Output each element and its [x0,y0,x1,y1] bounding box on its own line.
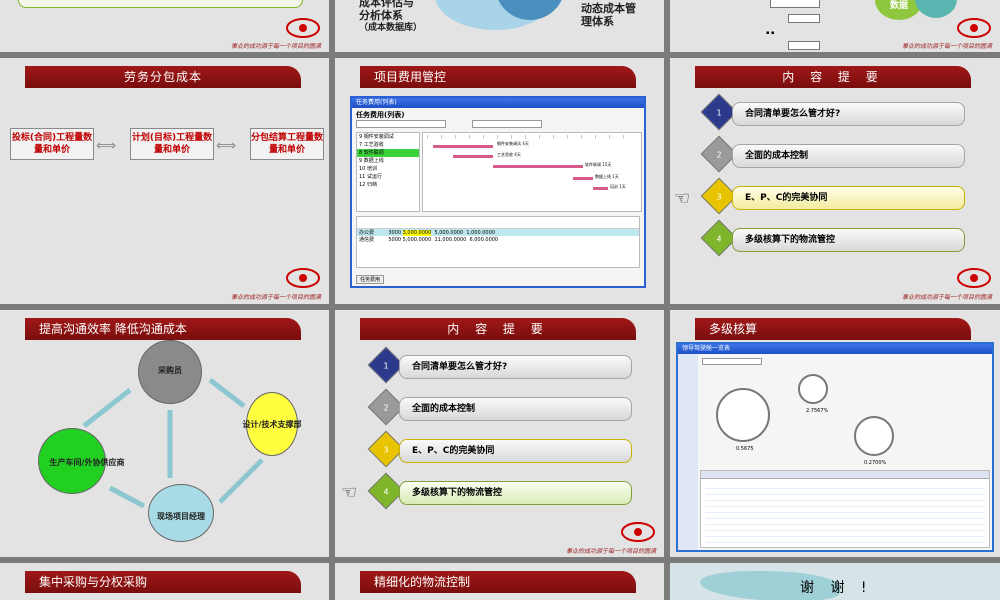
window-title: 任务费用(列表) [352,98,644,108]
slide-project-cost[interactable]: 项目费用管控 任务费用(列表) 任务费用(列表) 9 钢件安装调试 7 工艺验收… [335,58,664,304]
gantt-chart[interactable]: 钢件安装调试 4天 工艺验收 4天 软件联调 15天 数据上线 1天 培训 1天 [422,132,642,212]
slide-labor-subcontract[interactable]: 劳务分包成本 投标(合同)工程量数量和单价 计划(目标)工程量数量和单价 分包结… [0,58,329,304]
double-arrow-icon: ⟺ [216,138,237,154]
menu-item-epc[interactable]: E、P、C的完美协同 [732,186,965,210]
communication-arrows [82,378,264,509]
menu-item-logistics[interactable]: 多级核算下的物流管控 [399,481,632,505]
gauge-1 [716,388,770,442]
menu-item-cut [18,0,303,8]
dept-select[interactable] [472,120,542,128]
tab-task-cost[interactable]: 任务费用 [356,275,385,284]
bid-quantity-box: 投标(合同)工程量数量和单价 [10,128,94,160]
flow-label: ▪ ▪ [766,30,775,36]
slide-title: 内 容 提 要 [695,66,971,88]
slide-r0-left: 事业的成功源于每一个项目的圆满 [0,0,329,52]
menu-item-contract[interactable]: 合同清单要怎么管才好? [399,355,632,379]
slide-r0-mid: 事中 成本评估与分析体系（成本数据库） 动态成本管理体系 [335,0,664,52]
project-select[interactable] [356,120,446,128]
unit-select[interactable] [702,358,762,365]
company-logo-icon [957,18,991,38]
flow-box [770,0,820,8]
double-arrow-icon: ⟺ [96,138,117,154]
gauge-3 [854,416,894,456]
cost-eval-text: 成本评估与 分析体系 （成本数据库） [359,0,423,33]
gauge-2-value: 2.7567% [806,408,829,414]
gauge-2 [798,374,828,404]
slide-title: 集中采购与分权采购 [25,571,301,593]
indicator-table[interactable] [700,470,990,548]
footer-slogan: 事业的成功源于每一个项目的圆满 [565,548,656,555]
company-logo-icon [286,18,320,38]
menu-item-cost[interactable]: 全面的成本控制 [399,397,632,421]
slide-thanks[interactable]: 谢 谢 ! [670,563,1000,600]
slide-title: 内 容 提 要 [360,318,636,340]
footer-slogan: 事业的成功源于每一个项目的圆满 [230,43,321,50]
footer-slogan: 事业的成功源于每一个项目的圆满 [901,43,992,50]
slide-title: 劳务分包成本 [25,66,301,88]
footer-slogan: 事业的成功源于每一个项目的圆满 [901,294,992,301]
dynamic-cost-text: 动态成本管 理体系 [581,2,636,28]
task-list[interactable]: 9 钢件安装调试 7 工艺验收 8 软件联调 9 数据上线 10 培训 11 试… [356,132,420,212]
gauge-1-value: 0.5675 [736,446,754,452]
menu-item-logistics[interactable]: 多级核算下的物流管控 [732,228,965,252]
side-tree[interactable] [678,354,698,550]
menu-item-contract[interactable]: 合同清单要怎么管才好? [732,102,965,126]
slide-procurement[interactable]: 集中采购与分权采购 [0,563,329,600]
cost-window[interactable]: 任务费用(列表) 任务费用(列表) 9 钢件安装调试 7 工艺验收 8 软件联调… [350,96,646,288]
company-logo-icon [621,522,655,542]
plan-quantity-box: 计划(目标)工程量数量和单价 [130,128,214,160]
slide-logistics[interactable]: 精细化的物流控制 [335,563,664,600]
hand-pointer-icon: ☜ [341,482,358,503]
slide-contents-2[interactable]: 内 容 提 要 1 合同清单要怎么管才好? 2 全面的成本控制 3 E、P、C的… [335,310,664,557]
footer-slogan: 事业的成功源于每一个项目的圆满 [230,294,321,301]
window-title: 领导驾驶舱一览表 [678,344,992,354]
gauge-3-value: 0.2700% [864,460,887,466]
slide-multi-level[interactable]: 多级核算 领导驾驶舱一览表 0.5675 2.7567% 0.2700% [670,310,1000,557]
data-blob-2 [915,0,957,18]
slide-title: 项目费用管控 [360,66,636,88]
flow-box [788,14,820,23]
slide-title: 精细化的物流控制 [360,571,636,593]
slide-r0-right: ▪ ▪ 数据 事业的成功源于每一个项目的圆满 [670,0,1000,52]
slide-title: 多级核算 [695,318,971,340]
flow-box [788,41,820,50]
company-logo-icon [286,268,320,288]
settlement-quantity-box: 分包结算工程量数量和单价 [250,128,324,160]
slide-contents-1[interactable]: 内 容 提 要 1 合同清单要怎么管才好? 2 全面的成本控制 3 E、P、C的… [670,58,1000,304]
company-logo-icon [957,268,991,288]
hand-pointer-icon: ☜ [674,188,691,209]
menu-item-epc[interactable]: E、P、C的完美协同 [399,439,632,463]
thanks-text: 谢 谢 ! [800,580,873,596]
dashboard-window[interactable]: 领导驾驶舱一览表 0.5675 2.7567% 0.2700% [676,342,994,552]
cost-table[interactable]: 办公费 3000 3,000.0000 5,000.0000 1,000.000… [356,216,640,268]
slide-communication[interactable]: 提高沟通效率 降低沟通成本 采购员 设计/技术支撑部 生产车间/外协供应商 现场… [0,310,329,557]
menu-item-cost[interactable]: 全面的成本控制 [732,144,965,168]
